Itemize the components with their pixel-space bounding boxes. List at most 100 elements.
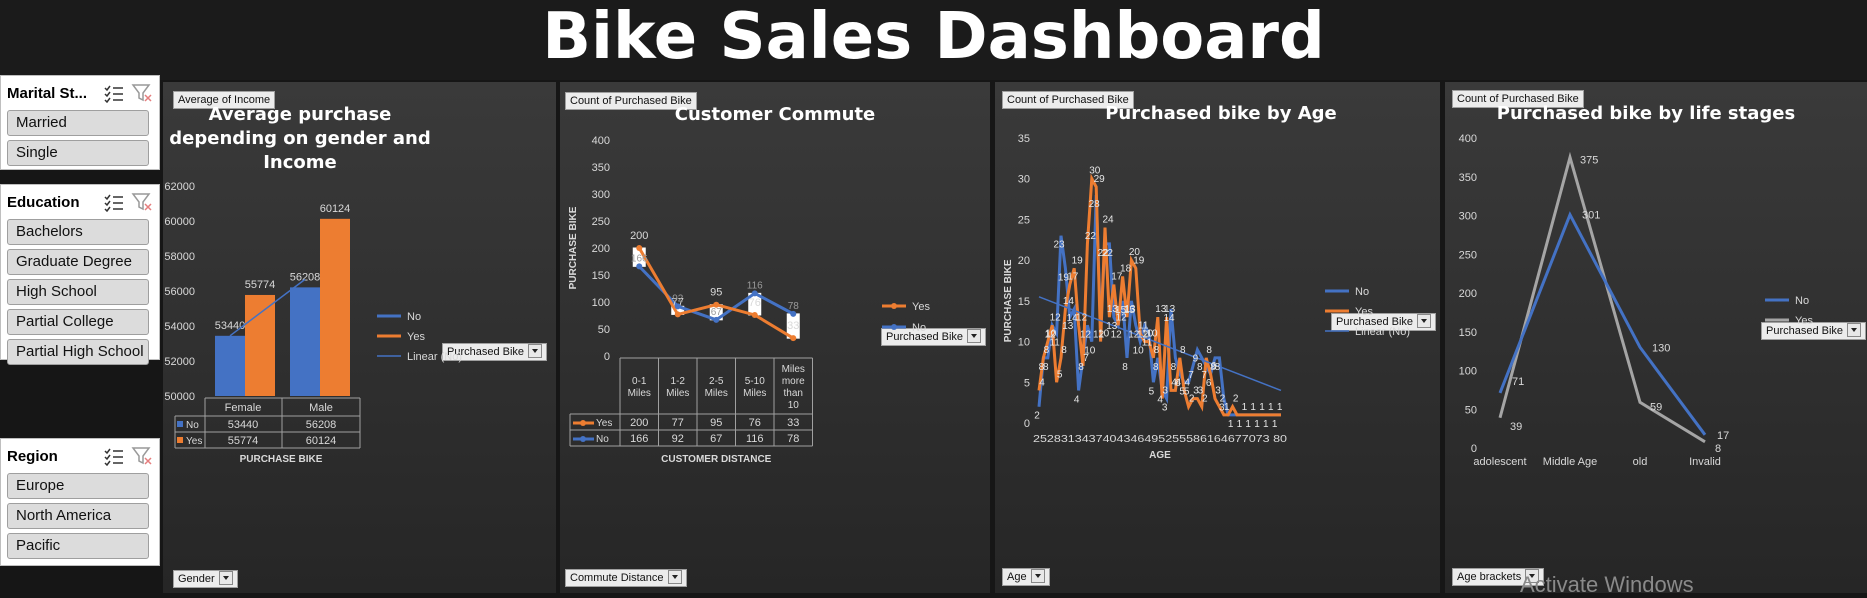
slicer-item-high-school[interactable]: High School (7, 279, 149, 305)
data-label: 2 (1202, 394, 1208, 405)
multi-select-icon[interactable] (103, 192, 125, 212)
y-tick-label: 200 (1459, 288, 1477, 300)
table-header: Miles (743, 388, 766, 399)
slicer-item-partial-high-school[interactable]: Partial High School (7, 339, 149, 365)
clear-filter-icon[interactable] (131, 446, 153, 466)
table-row-label: Yes (186, 436, 202, 447)
data-label: 12 (1111, 329, 1123, 340)
table-header: Miles (628, 388, 651, 399)
slicer-title: Region (7, 447, 58, 465)
slicer-item-single[interactable]: Single (7, 140, 149, 166)
data-label: 29 (1094, 174, 1106, 185)
multi-select-icon[interactable] (103, 83, 125, 103)
slicer-item-north-america[interactable]: North America (7, 503, 149, 529)
data-label: 8 (1153, 362, 1159, 373)
table-row-label: No (596, 434, 609, 445)
y-tick-label: 350 (1459, 172, 1477, 184)
table-header: than (784, 388, 803, 399)
legend-key (177, 421, 183, 427)
y-tick-label: 300 (1459, 211, 1477, 223)
data-label: 10 (1098, 329, 1110, 340)
data-point (751, 311, 758, 318)
data-label: 1 (1268, 402, 1274, 413)
y-tick-label: 58000 (164, 251, 195, 263)
slicer-item-bachelors[interactable]: Bachelors (7, 219, 149, 245)
y-tick-label: 300 (592, 189, 610, 201)
y-tick-label: 62000 (164, 181, 195, 193)
data-label: 1 (1272, 419, 1278, 430)
commute-chart: Customer Commute400350300250200150100500… (568, 104, 930, 465)
legend-item: Yes (912, 301, 930, 313)
data-label: 59 (1650, 401, 1662, 413)
table-cell: 116 (746, 433, 764, 445)
age-chart: Purchased bike by Age35302520151050PURCH… (1003, 103, 1410, 461)
table-header: 2-5 (709, 376, 724, 387)
legend-marker (891, 303, 897, 309)
bar (290, 287, 320, 396)
y-tick-label: 10 (1018, 337, 1030, 349)
data-label: 166 (631, 253, 648, 264)
activate-windows-watermark: Activate Windows (1520, 572, 1694, 597)
multi-select-icon[interactable] (103, 446, 125, 466)
y-tick-label: 5 (1024, 377, 1030, 389)
clear-filter-icon[interactable] (131, 192, 153, 212)
data-label: 1 (1250, 402, 1256, 413)
legend-item: No (1795, 295, 1809, 307)
data-label: 55774 (245, 279, 276, 291)
chart-title: depending on gender and (169, 128, 430, 149)
data-label: 1 (1228, 419, 1234, 430)
x-tick-label: old (1633, 456, 1648, 468)
legend-item: No (407, 311, 421, 323)
slicer-item-graduate-degree[interactable]: Graduate Degree (7, 249, 149, 275)
chart-title: Income (263, 152, 337, 173)
x-axis-title: AGE (1149, 450, 1171, 461)
data-label: 1 (1277, 402, 1283, 413)
y-tick-label: 0 (1024, 418, 1030, 430)
slicer-item-married[interactable]: Married (7, 110, 149, 136)
y-axis-title: PURCHASE BIKE (1003, 259, 1014, 342)
y-tick-label: 25 (1018, 214, 1030, 226)
data-label: 23 (1053, 240, 1065, 251)
data-label: 8 (1180, 345, 1186, 356)
y-tick-label: 350 (592, 162, 610, 174)
y-tick-label: 30 (1018, 174, 1030, 186)
table-cell: 33 (787, 417, 799, 429)
table-header: more (782, 376, 805, 387)
legend-item: No (912, 322, 926, 334)
table-cell: 67 (710, 433, 722, 445)
data-label: 60124 (320, 203, 351, 215)
data-label: 5 (1149, 386, 1155, 397)
data-label: 200 (630, 230, 648, 242)
slicer-item-partial-college[interactable]: Partial College (7, 309, 149, 335)
series-line-yes (1498, 151, 1706, 444)
clear-filter-icon[interactable] (131, 83, 153, 103)
bar (245, 294, 275, 396)
x-tick-label: Middle Age (1543, 456, 1597, 468)
data-label: 13 (1164, 304, 1176, 315)
series-line-yes (1037, 173, 1281, 417)
y-tick-label: 50000 (164, 391, 195, 403)
data-label: 8 (1206, 345, 1212, 356)
table-cell: 60124 (306, 435, 337, 447)
slicer-item-pacific[interactable]: Pacific (7, 533, 149, 559)
chart-title: Purchased bike by Age (1105, 103, 1337, 124)
table-header: Female (225, 402, 262, 414)
data-label: 8 (1154, 345, 1160, 356)
data-point (636, 245, 643, 251)
data-label: 78 (788, 301, 800, 312)
series-line-no (1498, 211, 1707, 436)
table-row-label: No (186, 420, 199, 431)
data-label: 12 (1076, 312, 1088, 323)
y-tick-label: 200 (592, 243, 610, 255)
table-row-label: Yes (596, 418, 612, 429)
data-label: 13 (1124, 304, 1136, 315)
y-tick-label: 400 (592, 135, 610, 147)
data-label: 76 (749, 297, 761, 309)
data-label: 10 (1045, 329, 1057, 340)
y-tick-label: 20 (1018, 255, 1030, 267)
data-label: 56208 (290, 271, 321, 283)
y-tick-label: 52000 (164, 356, 195, 368)
slicer-title: Marital St... (7, 84, 88, 102)
data-label: 71 (1512, 376, 1524, 388)
slicer-item-europe[interactable]: Europe (7, 473, 149, 499)
